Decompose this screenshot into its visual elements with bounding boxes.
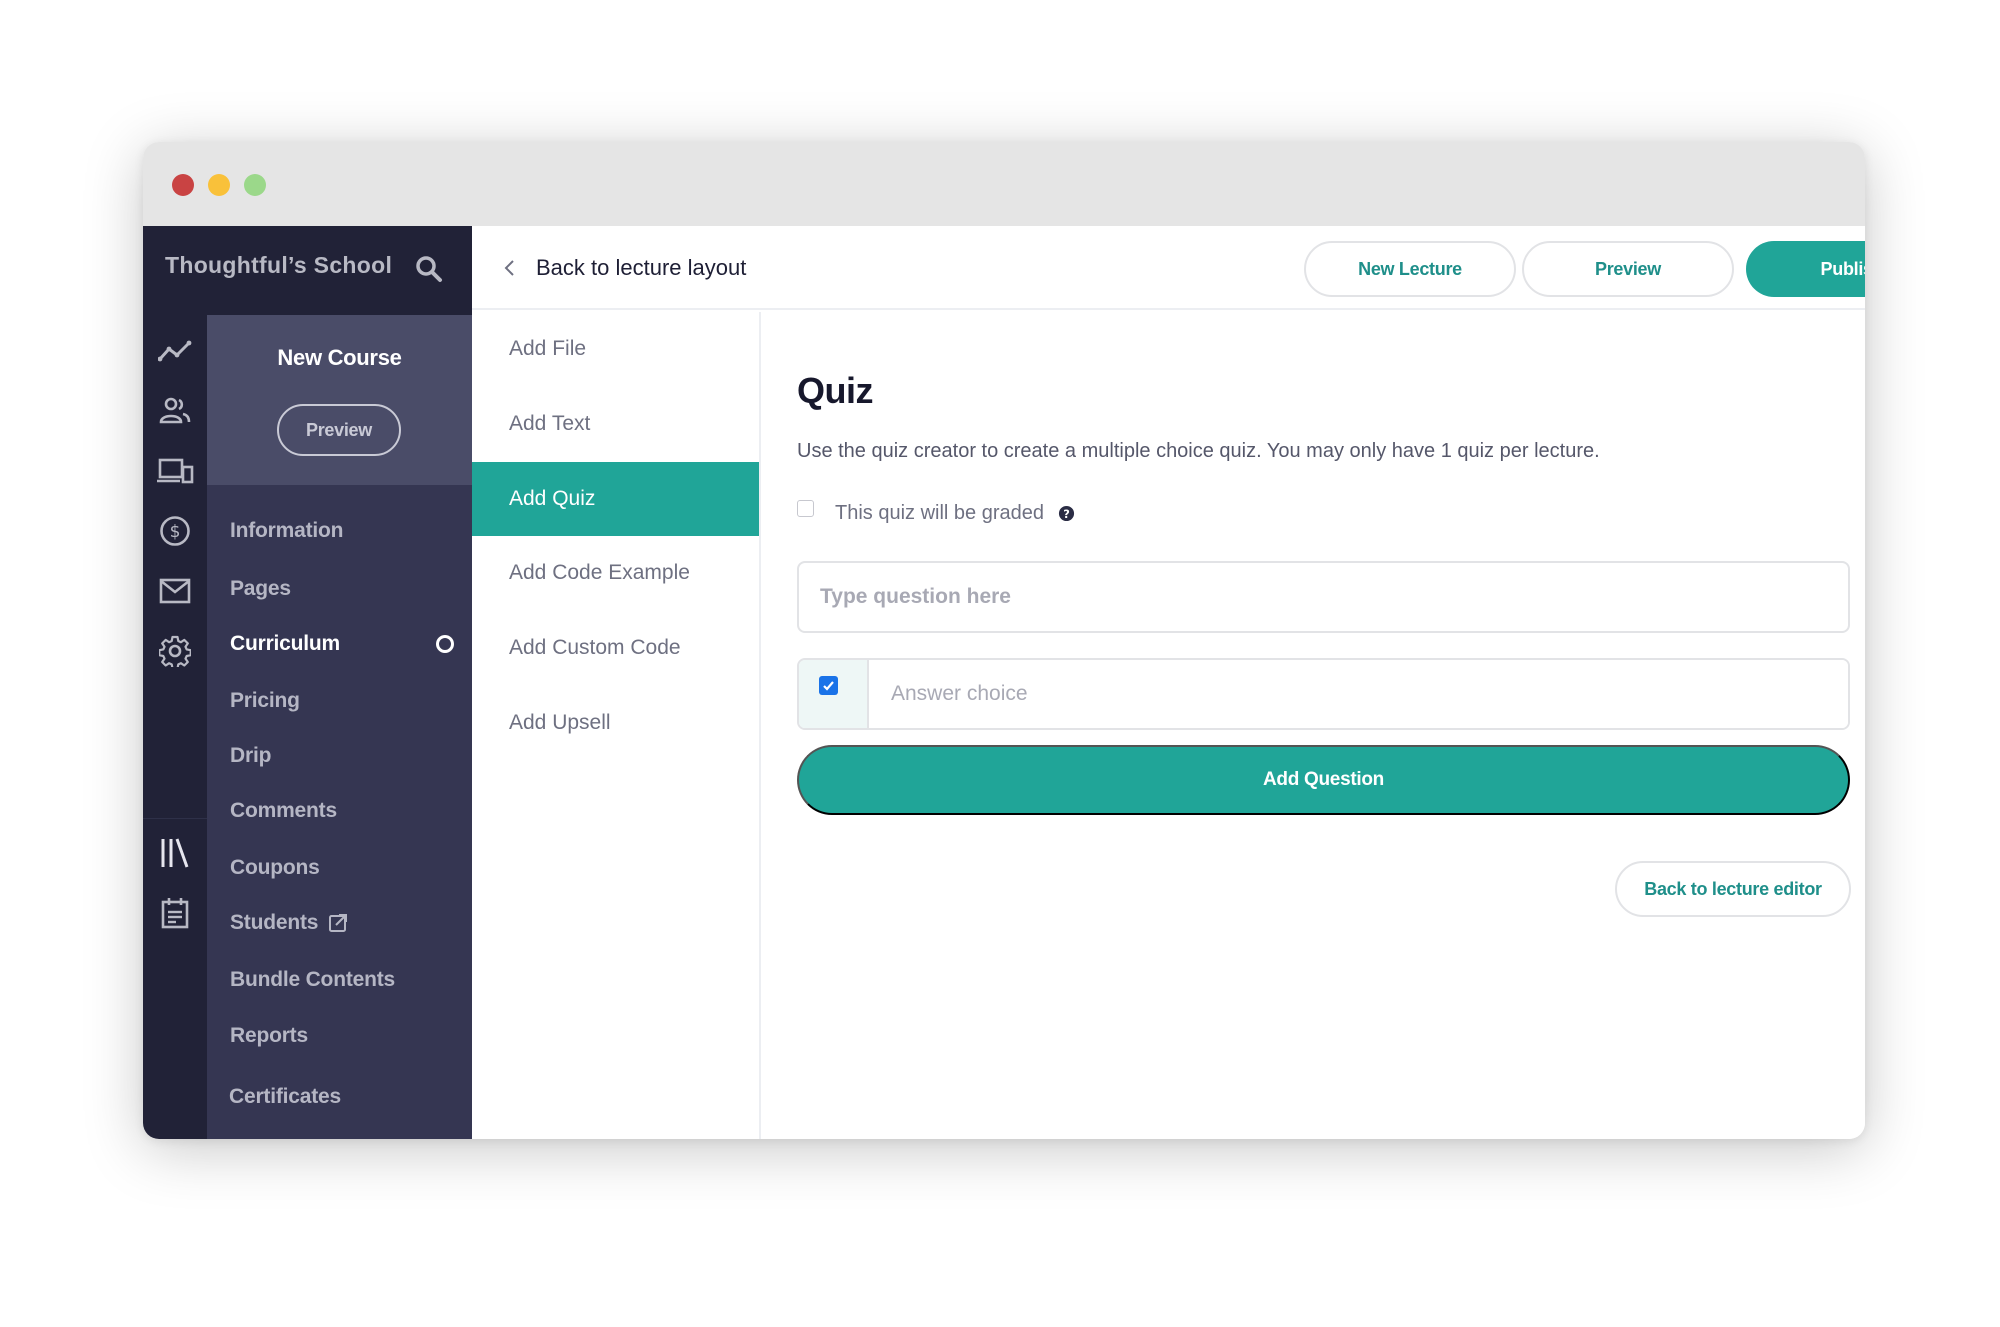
add-question-button[interactable]: Add Question <box>797 745 1850 815</box>
course-title: New Course <box>277 345 402 370</box>
calendar-nav-button[interactable] <box>156 894 194 932</box>
mail-icon <box>159 578 191 604</box>
back-to-lecture-layout-link[interactable]: Back to lecture layout <box>502 248 746 288</box>
course-nav-students[interactable]: Students <box>230 903 472 943</box>
nav-label: Information <box>230 519 344 542</box>
answer-choice-input[interactable] <box>869 660 1848 728</box>
minimize-window-button[interactable] <box>208 174 230 196</box>
title-bar <box>143 142 1865 226</box>
question-input[interactable] <box>797 561 1850 633</box>
dollar-icon: $ <box>160 516 190 546</box>
devices-icon <box>157 458 194 484</box>
nav-label: Pricing <box>230 689 300 712</box>
quiz-title: Quiz <box>797 370 874 411</box>
iconbar-divider <box>143 818 207 819</box>
app: $ Thoughtful’s School New Course Preview… <box>143 226 1865 1139</box>
graded-checkbox[interactable] <box>797 500 814 517</box>
add-code-example-item[interactable]: Add Code Example <box>472 536 759 610</box>
course-nav-pricing[interactable]: Pricing <box>230 681 472 721</box>
course-nav-bundle-contents[interactable]: Bundle Contents <box>230 960 472 1000</box>
add-quiz-item[interactable]: Add Quiz <box>472 462 759 536</box>
active-indicator-icon <box>436 635 454 653</box>
maximize-window-button[interactable] <box>244 174 266 196</box>
line-chart-icon <box>158 340 192 362</box>
svg-text:$: $ <box>170 522 181 542</box>
nav-label: Students <box>230 911 319 934</box>
emails-nav-button[interactable] <box>156 572 194 610</box>
search-button[interactable] <box>414 254 444 284</box>
course-nav-drip[interactable]: Drip <box>230 736 472 776</box>
close-window-button[interactable] <box>172 174 194 196</box>
quiz-description: Use the quiz creator to create a multipl… <box>797 440 1600 462</box>
site-nav-button[interactable] <box>156 452 194 490</box>
search-icon <box>416 256 442 282</box>
correct-answer-checkbox[interactable] <box>819 676 838 695</box>
nav-label: Curriculum <box>230 632 341 655</box>
nav-label: Pages <box>230 577 291 600</box>
course-sidebar: New Course Preview Information Pages Cur… <box>207 315 472 1139</box>
help-icon[interactable]: ? <box>1058 505 1075 522</box>
settings-nav-button[interactable] <box>156 632 194 670</box>
library-nav-button[interactable] <box>156 834 194 872</box>
course-nav-certificates[interactable]: Certificates <box>229 1077 472 1117</box>
users-icon <box>159 397 191 424</box>
chevron-left-icon <box>504 260 514 276</box>
school-header: Thoughtful’s School <box>143 226 472 315</box>
graded-option: This quiz will be graded ? <box>797 500 1075 525</box>
svg-text:?: ? <box>1063 507 1070 521</box>
new-lecture-button[interactable]: New Lecture <box>1304 241 1516 297</box>
school-name[interactable]: Thoughtful’s School <box>165 252 392 279</box>
sales-nav-button[interactable]: $ <box>156 512 194 550</box>
add-file-item[interactable]: Add File <box>472 312 759 386</box>
add-upsell-item[interactable]: Add Upsell <box>472 686 759 760</box>
course-nav-curriculum[interactable]: Curriculum <box>230 624 472 664</box>
nav-label: Certificates <box>229 1085 341 1108</box>
calendar-icon <box>161 898 189 929</box>
library-icon <box>161 838 189 868</box>
users-nav-button[interactable] <box>156 392 194 430</box>
nav-label: Reports <box>230 1024 308 1047</box>
course-nav-reports[interactable]: Reports <box>230 1016 472 1056</box>
course-nav-coupons[interactable]: Coupons <box>230 848 472 888</box>
lecture-content-nav: Add File Add Text Add Quiz Add Code Exam… <box>472 312 761 1139</box>
course-nav-information[interactable]: Information <box>230 511 472 551</box>
back-to-lecture-editor-button[interactable]: Back to lecture editor <box>1615 861 1851 917</box>
answer-choice-row <box>797 658 1850 730</box>
graded-label[interactable]: This quiz will be graded <box>835 502 1044 525</box>
nav-label: Coupons <box>230 856 320 879</box>
quiz-editor: Quiz Use the quiz creator to create a mu… <box>763 312 1865 1139</box>
nav-label: Comments <box>230 799 337 822</box>
nav-label: Drip <box>230 744 272 767</box>
course-nav-comments[interactable]: Comments <box>230 791 472 831</box>
preview-button[interactable]: Preview <box>1522 241 1734 297</box>
icon-sidebar: $ <box>143 226 207 1139</box>
correct-answer-cell <box>799 660 869 728</box>
publish-button[interactable]: Publish <box>1746 241 1865 297</box>
course-header: New Course Preview <box>207 315 472 485</box>
gear-icon <box>159 635 191 667</box>
nav-label: Bundle Contents <box>230 968 395 991</box>
add-text-item[interactable]: Add Text <box>472 387 759 461</box>
course-preview-button[interactable]: Preview <box>277 404 401 456</box>
stats-nav-button[interactable] <box>156 332 194 370</box>
back-label: Back to lecture layout <box>536 255 747 280</box>
checkmark-icon <box>823 681 834 691</box>
course-nav-pages[interactable]: Pages <box>230 569 472 609</box>
external-link-icon <box>329 914 348 932</box>
lecture-topbar: Back to lecture layout New Lecture Previ… <box>472 226 1865 310</box>
browser-window: $ Thoughtful’s School New Course Preview… <box>143 142 1865 1139</box>
add-custom-code-item[interactable]: Add Custom Code <box>472 611 759 685</box>
